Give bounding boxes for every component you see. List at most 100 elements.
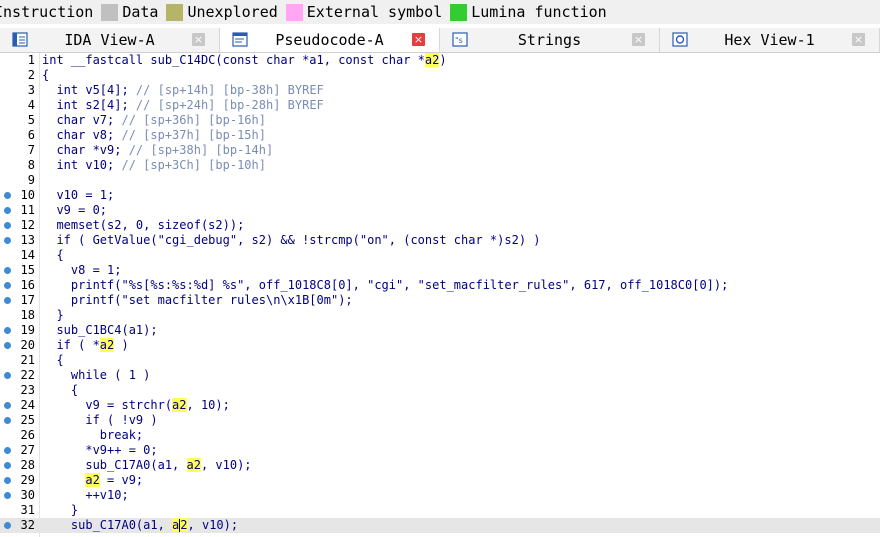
code-text[interactable]: while ( 1 ) [42,368,150,383]
code-line[interactable]: 27 *v9++ = 0; [0,443,880,458]
legend-swatch [285,3,303,21]
legend-label: Lumina function [471,3,607,21]
tab-strings[interactable]: "s Strings × [440,28,660,52]
code-text[interactable]: a2 = v9; [42,473,143,488]
tab-label: Hex View-1 [724,31,815,49]
line-number: 10 [20,188,35,202]
legend-item-external-symbol: External symbol [285,3,443,21]
legend-swatch [450,3,468,21]
code-line[interactable]: 10 v10 = 1; [0,188,880,203]
code-text[interactable]: break; [42,428,143,443]
code-line[interactable]: 23 { [0,383,880,398]
legend-swatch [166,3,184,21]
code-text[interactable]: printf("%s[%s:%s:%d] %s", off_1018C8[0],… [42,278,728,293]
code-text[interactable]: int s2[4]; // [sp+24h] [bp-28h] BYREF [42,98,323,113]
code-text[interactable]: sub_C1BC4(a1); [42,323,157,338]
line-number: 26 [20,428,35,442]
line-number: 28 [20,458,35,472]
code-text[interactable]: sub_C17A0(a1, a2, v10); [42,458,252,473]
legend-swatch [101,3,119,21]
code-text[interactable]: v9 = 0; [42,203,107,218]
tab-ida-view-a[interactable]: IDA View-A × [0,28,220,52]
code-text[interactable]: sub_C17A0(a1, a2, v10); [42,518,238,533]
code-text[interactable]: if ( !v9 ) [42,413,157,428]
code-text[interactable]: printf("set macfilter rules\n\x1B[0m"); [42,293,353,308]
code-text[interactable]: v8 = 1; [42,263,122,278]
code-line[interactable]: 30 ++v10; [0,488,880,503]
line-number: 24 [20,398,35,412]
code-text[interactable]: memset(s2, 0, sizeof(s2)); [42,218,244,233]
legend-item-data: Data [101,3,158,21]
tab-label: Strings [517,31,582,49]
close-icon[interactable]: × [632,33,645,46]
legend-item-lumina-function: Lumina function [450,3,607,21]
code-line[interactable]: 18 } [0,308,880,323]
code-line[interactable]: 14 { [0,248,880,263]
close-icon[interactable]: × [192,33,205,46]
code-line[interactable]: 29 a2 = v9; [0,473,880,488]
code-line[interactable]: 1 int __fastcall sub_C14DC(const char *a1… [0,53,880,68]
code-line[interactable]: 3 int v5[4]; // [sp+14h] [bp-38h] BYREF [0,83,880,98]
code-line[interactable]: 16 printf("%s[%s:%s:%d] %s", off_1018C8[… [0,278,880,293]
code-line[interactable]: 28 sub_C17A0(a1, a2, v10); [0,458,880,473]
code-text[interactable]: int __fastcall sub_C14DC(const char *a1,… [42,53,447,68]
code-text[interactable]: ++v10; [42,488,128,503]
line-number: 20 [20,338,35,352]
code-line[interactable]: 2{ [0,68,880,83]
code-line[interactable]: 8 int v10; // [sp+3Ch] [bp-10h] [0,158,880,173]
code-text[interactable]: int v5[4]; // [sp+14h] [bp-38h] BYREF [42,83,323,98]
code-text[interactable]: { [42,68,49,83]
code-line[interactable]: 9 [0,173,880,188]
tab-hex-view-1[interactable]: Hex View-1 × [660,28,880,52]
code-line[interactable]: 4 int s2[4]; // [sp+24h] [bp-28h] BYREF [0,98,880,113]
code-line[interactable]: 15 v8 = 1; [0,263,880,278]
legend-label: External symbol [306,3,443,21]
code-text[interactable]: v9 = strchr(a2, 10); [42,398,230,413]
line-number: 5 [27,113,35,127]
code-line[interactable]: 13 if ( GetValue("cgi_debug", s2) && !st… [0,233,880,248]
code-line[interactable]: 7 char *v9; // [sp+38h] [bp-14h] [0,143,880,158]
code-text[interactable]: v10 = 1; [42,188,114,203]
code-line[interactable]: 32 sub_C17A0(a1, a2, v10); [0,518,880,533]
code-line[interactable]: 6 char v8; // [sp+37h] [bp-15h] [0,128,880,143]
code-text[interactable]: } [42,503,78,518]
code-text[interactable]: char *v9; // [sp+38h] [bp-14h] [42,143,273,158]
legend-label: Instruction [0,3,94,21]
code-text[interactable]: int v10; // [sp+3Ch] [bp-10h] [42,158,266,173]
pseudocode-view[interactable]: 1 int __fastcall sub_C14DC(const char *a1… [0,53,880,537]
line-number: 1 [27,53,35,67]
code-text[interactable]: { [42,248,63,263]
code-line[interactable]: 12 memset(s2, 0, sizeof(s2)); [0,218,880,233]
code-line[interactable]: 25 if ( !v9 ) [0,413,880,428]
code-text[interactable]: } [42,308,63,323]
code-line[interactable]: 21 { [0,353,880,368]
tab-pseudocode-a[interactable]: Pseudocode-A × [220,28,440,52]
code-line[interactable]: 26 break; [0,428,880,443]
line-number: 31 [20,503,35,517]
code-text[interactable]: { [42,353,63,368]
line-number: 30 [20,488,35,502]
code-text[interactable]: { [42,383,78,398]
code-line[interactable]: 24 v9 = strchr(a2, 10); [0,398,880,413]
code-text[interactable]: if ( *a2 ) [42,338,129,353]
code-line[interactable]: 20 if ( *a2 ) [0,338,880,353]
close-icon[interactable]: × [852,33,865,46]
line-number: 16 [20,278,35,292]
line-number: 2 [27,68,35,82]
code-text[interactable]: *v9++ = 0; [42,443,157,458]
code-line[interactable]: 17 printf("set macfilter rules\n\x1B[0m"… [0,293,880,308]
code-line[interactable]: 31 } [0,503,880,518]
code-line[interactable]: 22 while ( 1 ) [0,368,880,383]
code-text[interactable]: char v7; // [sp+36h] [bp-16h] [42,113,266,128]
code-line[interactable]: 5 char v7; // [sp+36h] [bp-16h] [0,113,880,128]
line-number: 8 [27,158,35,172]
line-number: 13 [20,233,35,247]
code-line[interactable]: 19 sub_C1BC4(a1); [0,323,880,338]
line-number: 27 [20,443,35,457]
code-line[interactable]: 11 v9 = 0; [0,203,880,218]
close-icon[interactable]: × [412,33,425,46]
code-text[interactable]: if ( GetValue("cgi_debug", s2) && !strcm… [42,233,540,248]
line-number: 9 [27,173,35,187]
line-number: 12 [20,218,35,232]
code-text[interactable]: char v8; // [sp+37h] [bp-15h] [42,128,266,143]
